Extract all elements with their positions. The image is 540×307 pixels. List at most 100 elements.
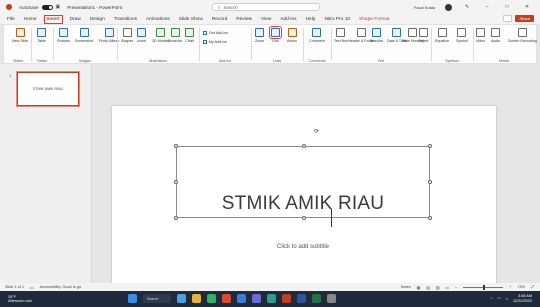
action-button[interactable]: Action [287, 28, 297, 43]
tab-draw[interactable]: Draw [68, 16, 83, 23]
share-button[interactable]: Share [515, 15, 534, 22]
spellcheck-icon[interactable]: ▭ [30, 285, 34, 290]
wordart-button[interactable]: WordArt [370, 28, 383, 43]
slide-title[interactable]: STMIK AMIK RIAU [177, 193, 429, 215]
title-placeholder[interactable]: ⟳ STMIK AMIK RIAU [174, 129, 432, 220]
notes-button[interactable]: Notes [401, 285, 411, 289]
tab-slide-show[interactable]: Slide Show [177, 16, 205, 23]
app-icon[interactable] [267, 294, 276, 303]
store-app-icon[interactable] [237, 294, 246, 303]
slide-sorter-icon[interactable]: ▤ [426, 285, 430, 290]
taskbar-search[interactable]: Search [143, 294, 171, 303]
resize-handle[interactable] [302, 144, 306, 148]
tab-shape-format[interactable]: Shape Format [357, 16, 391, 23]
status-bar-right: Notes ▦ ▤ ▥ ▭ – + 73% ⤢ [401, 283, 534, 291]
settings-icon[interactable] [327, 294, 336, 303]
my-addins-button[interactable]: My Add-ins [203, 40, 227, 44]
slide-thumbnail-1[interactable]: STMIK AMIK RIAU [16, 71, 80, 107]
tab-add-ins[interactable]: Add-ins [278, 16, 298, 23]
resize-handle[interactable] [174, 144, 178, 148]
excel-icon[interactable] [312, 294, 321, 303]
fit-slide-icon[interactable]: ⤢ [531, 285, 534, 289]
zoom-out-icon[interactable]: – [455, 285, 457, 289]
reading-view-icon[interactable]: ▥ [436, 285, 440, 290]
tab-help[interactable]: Help [304, 16, 318, 23]
file-explorer-icon[interactable] [192, 294, 201, 303]
volume-icon[interactable]: ◖ [506, 297, 508, 301]
shapes-button[interactable]: Shapes [121, 28, 133, 43]
weather-widget[interactable]: 29°F Afternoon rain [0, 295, 32, 304]
minimize-icon[interactable]: – [482, 4, 492, 10]
equation-button[interactable]: Equation [435, 28, 449, 43]
start-icon[interactable] [128, 294, 137, 303]
zoom-slider-knob[interactable] [483, 284, 486, 290]
search-box[interactable]: ⌕ Search [212, 3, 320, 11]
tab-file[interactable]: File [5, 16, 17, 23]
accessibility-status[interactable]: Accessibility: Good to go [40, 285, 82, 289]
screen-recording-button[interactable]: Screen Recording [508, 28, 537, 43]
chrome-icon[interactable] [222, 294, 231, 303]
resize-handle[interactable] [428, 180, 432, 184]
close-icon[interactable]: ✕ [522, 4, 532, 10]
tab-review[interactable]: Review [234, 16, 254, 23]
subtitle-placeholder[interactable]: Click to add subtitle [176, 240, 430, 254]
comment-button[interactable]: Comment [309, 28, 325, 43]
tab-transitions[interactable]: Transitions [112, 16, 139, 23]
pen-icon[interactable]: ✎ [462, 4, 472, 10]
save-icon[interactable]: ▣ [56, 4, 61, 10]
clock[interactable]: 3:58 AM 12/22/2022 [513, 294, 532, 303]
zoom-slider[interactable] [463, 284, 504, 290]
text-box-icon [336, 28, 346, 37]
tab-animations[interactable]: Animations [144, 16, 172, 23]
tab-home[interactable]: Home [22, 16, 39, 23]
edge-icon[interactable] [207, 294, 216, 303]
tab-insert[interactable]: Insert [43, 14, 63, 24]
tab-design[interactable]: Design [88, 16, 107, 23]
zoom-in-icon[interactable]: + [509, 285, 511, 289]
normal-view-icon[interactable]: ▦ [417, 285, 421, 290]
3d-models-button[interactable]: 3D Models [152, 28, 169, 43]
resize-handle[interactable] [302, 216, 306, 220]
zoom-button[interactable]: Zoom [255, 28, 264, 43]
action-icon [287, 28, 297, 37]
tab-record[interactable]: Record [210, 16, 229, 23]
maximize-icon[interactable]: □ [502, 4, 512, 10]
new-slide-button[interactable]: New Slide [12, 28, 28, 43]
slide-thumbnail-pane[interactable]: 1 STMIK AMIK RIAU [0, 64, 92, 283]
object-button[interactable]: Object [418, 28, 428, 43]
resize-handle[interactable] [428, 216, 432, 220]
slideshow-icon[interactable]: ▭ [445, 285, 449, 290]
smartart-button[interactable]: SmartArt [168, 28, 182, 43]
resize-handle[interactable] [174, 216, 178, 220]
resize-handle[interactable] [174, 180, 178, 184]
powerpoint-taskbar-icon[interactable] [282, 294, 291, 303]
chevron-up-icon[interactable]: ^ [491, 297, 493, 301]
video-button[interactable]: Video [476, 28, 485, 43]
link-button[interactable]: Link [269, 26, 282, 43]
resize-handle[interactable] [428, 144, 432, 148]
slide-canvas[interactable]: ⟳ STMIK AMIK RIAU Click to add subtitle [112, 106, 496, 307]
task-view-icon[interactable] [177, 294, 186, 303]
chart-button[interactable]: Chart [185, 28, 194, 43]
autosave-toggle[interactable] [41, 4, 53, 10]
icons-icon [137, 28, 146, 37]
text-box-button[interactable]: Text Box [334, 28, 348, 43]
get-addins-button[interactable]: Get Add-ins [203, 31, 228, 35]
teams-icon[interactable] [252, 294, 261, 303]
tab-nitro-pro-10[interactable]: Nitro Pro 10 [322, 16, 352, 23]
table-button[interactable]: Table [37, 28, 46, 43]
wifi-icon[interactable]: ◠ [497, 296, 500, 301]
taskbar-apps: Search [128, 294, 336, 303]
comments-pane-button[interactable] [503, 15, 513, 22]
user-name[interactable]: Fauzi Koala [414, 5, 435, 10]
screenshot-button[interactable]: Screenshot [75, 28, 93, 43]
audio-button[interactable]: Audio [491, 28, 500, 43]
symbol-button[interactable]: Symbol [456, 28, 468, 43]
icons-button[interactable]: Icons [137, 28, 146, 43]
rotate-handle-icon[interactable]: ⟳ [314, 128, 319, 135]
tab-view[interactable]: View [259, 16, 273, 23]
avatar[interactable] [445, 3, 452, 11]
zoom-level[interactable]: 73% [517, 285, 525, 289]
word-icon[interactable] [297, 294, 306, 303]
pictures-button[interactable]: Pictures [57, 28, 70, 43]
